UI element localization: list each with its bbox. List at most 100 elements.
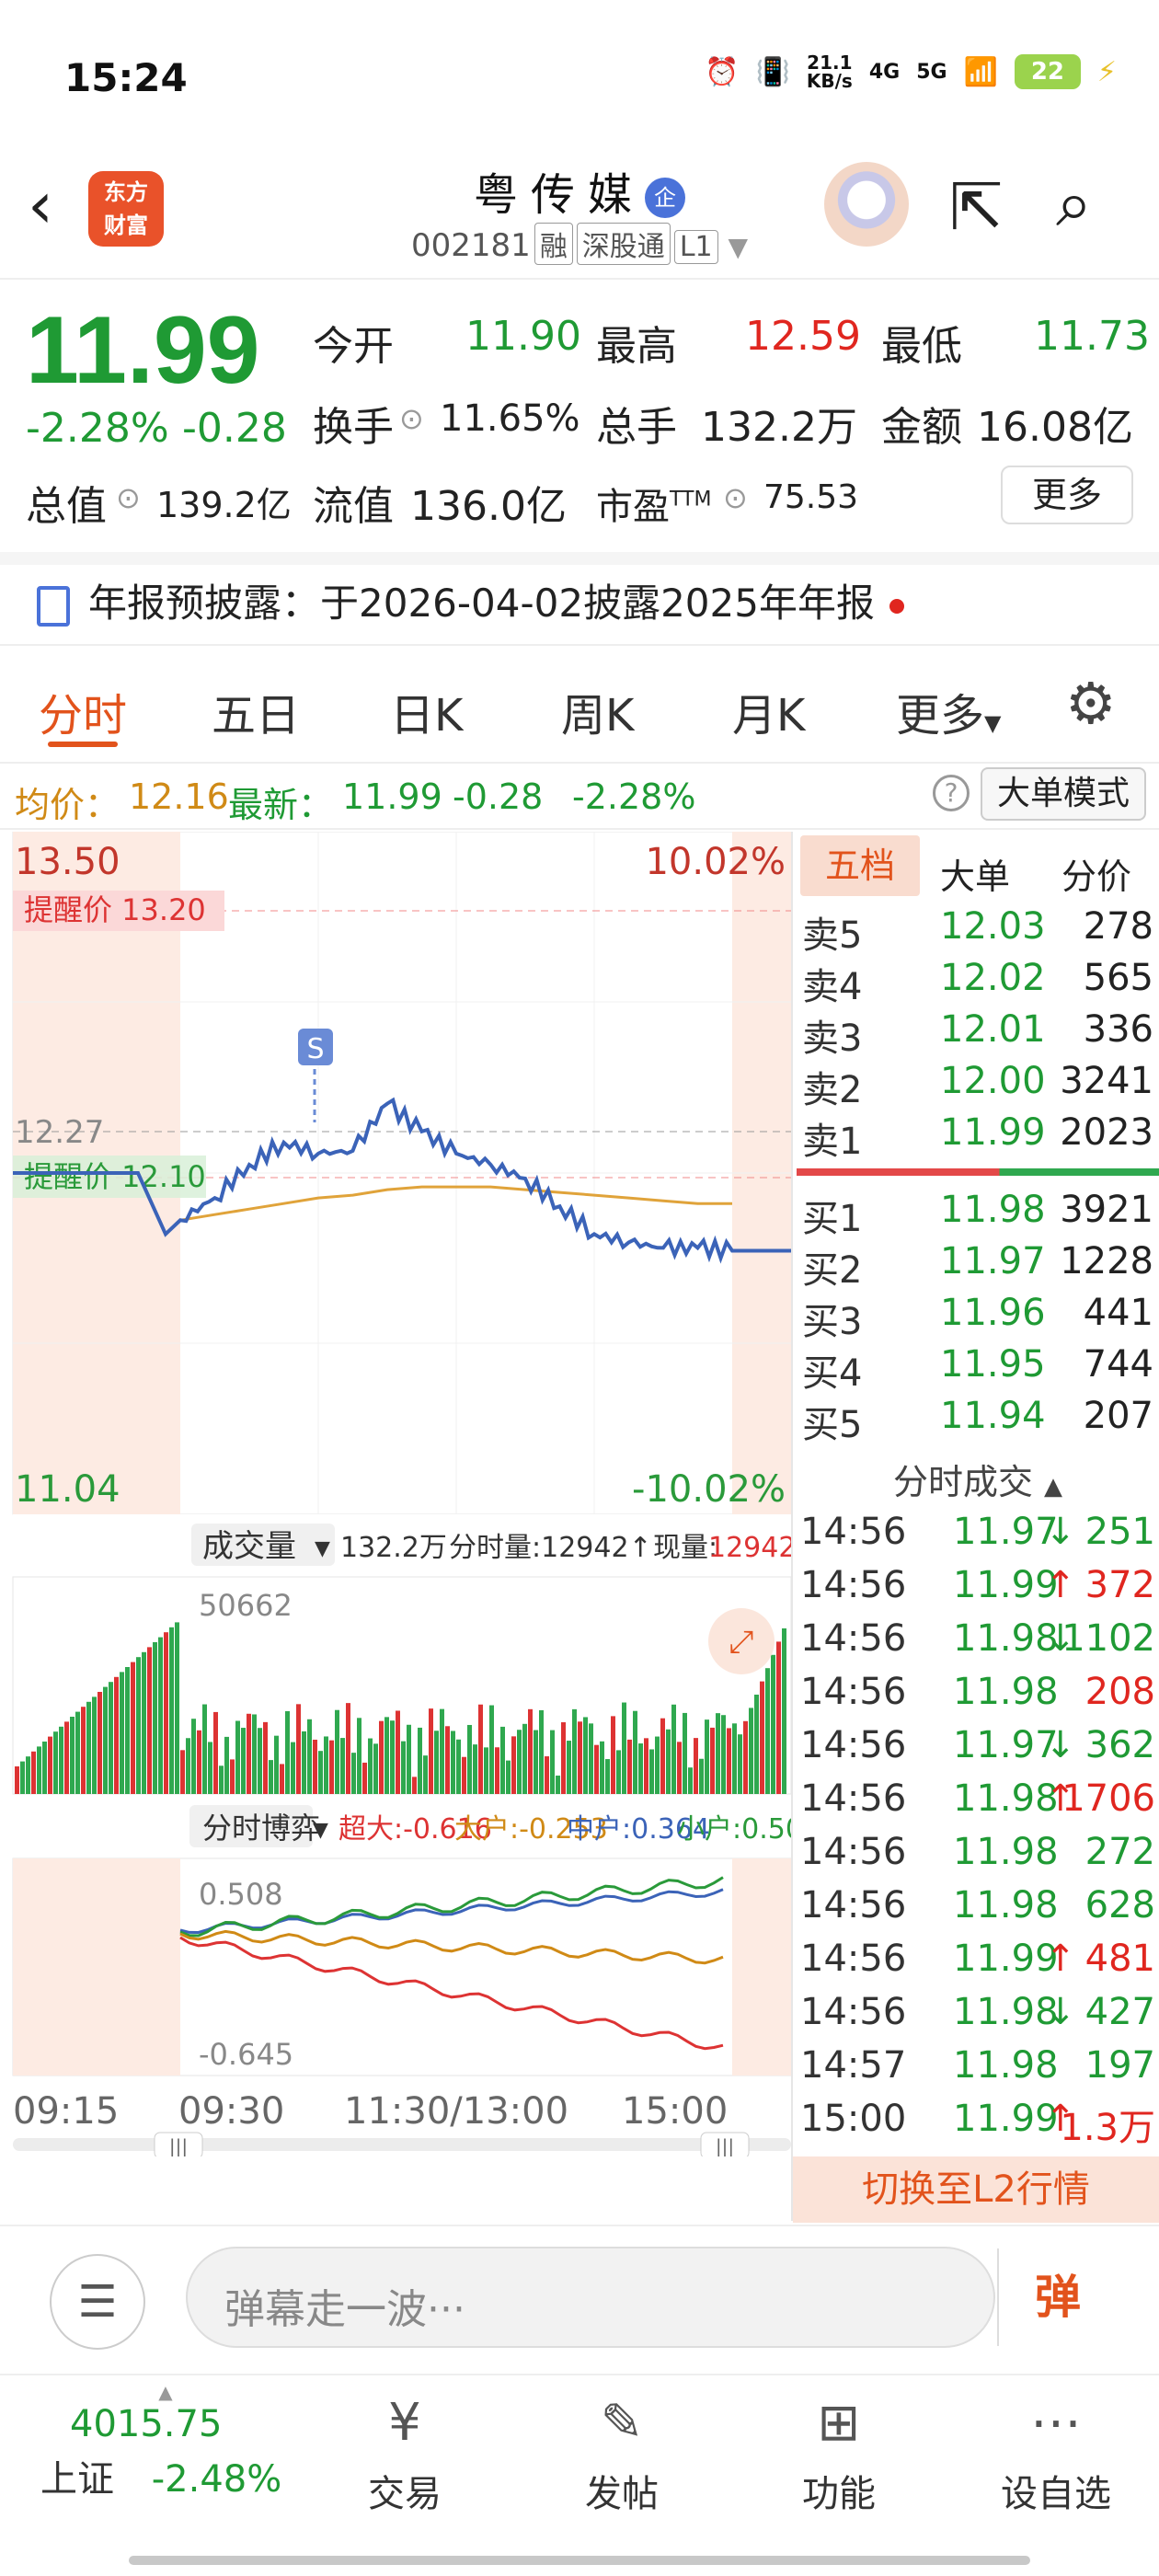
volume-bar bbox=[754, 1695, 759, 1794]
volume-bar bbox=[368, 1738, 373, 1794]
tab-more[interactable]: 更多▼ bbox=[896, 679, 1001, 743]
intraday-chart[interactable]: 提醒价 13.20 提醒价 12.10 12.27 13.50 11.04 10… bbox=[0, 832, 793, 2156]
volume-bar bbox=[291, 1742, 295, 1794]
tab-5day[interactable]: 五日 bbox=[212, 679, 300, 743]
bid-row[interactable]: 买3 11.96 441 bbox=[797, 1292, 1159, 1343]
tab-monthly-k[interactable]: 月K bbox=[732, 679, 805, 743]
nav-functions[interactable]: ⊞ 功能 bbox=[765, 2390, 912, 2517]
volume-bar bbox=[743, 1720, 748, 1794]
grid-icon: ⊞ bbox=[817, 2393, 861, 2453]
nav-post[interactable]: ✎ 发帖 bbox=[548, 2390, 695, 2517]
assistant-avatar[interactable] bbox=[824, 162, 909, 247]
volume-bar bbox=[373, 1743, 378, 1794]
tab-five-levels[interactable]: 五档 bbox=[800, 835, 920, 896]
volume-bar bbox=[683, 1712, 687, 1794]
chevron-down-icon: ▼ bbox=[728, 232, 748, 262]
volume-bar bbox=[644, 1738, 648, 1794]
index-widget[interactable]: ▲ 4015.75 上证 -2.48% bbox=[28, 2381, 304, 2502]
ask-row[interactable]: 卖4 12.02 565 bbox=[797, 957, 1159, 1008]
nav-trade[interactable]: ¥ 交易 bbox=[331, 2390, 478, 2517]
bid-row[interactable]: 买1 11.98 3921 bbox=[797, 1189, 1159, 1240]
volume-max-label: 50662 bbox=[199, 1588, 293, 1623]
bid-row[interactable]: 买4 11.95 744 bbox=[797, 1343, 1159, 1395]
volume-bar bbox=[213, 1711, 218, 1794]
more-button[interactable]: 更多 bbox=[1001, 466, 1133, 524]
level-label: 买2 bbox=[802, 1249, 863, 1292]
orderbook-tabs: 五档 大单 分价 bbox=[797, 832, 1159, 903]
caret-up-icon: ▲ bbox=[158, 2381, 173, 2403]
volume-bar bbox=[263, 1721, 268, 1794]
tab-daily-k[interactable]: 日K bbox=[390, 679, 463, 743]
nav-add-watchlist[interactable]: ⋯ 设自选 bbox=[982, 2390, 1130, 2517]
volume-bar bbox=[716, 1713, 720, 1794]
level-volume: 336 bbox=[1083, 1008, 1153, 1051]
battery-icon: 22 bbox=[1014, 54, 1081, 89]
big-order-mode-button[interactable]: 大单模式 bbox=[981, 767, 1146, 821]
time-scrollbar[interactable] bbox=[13, 2138, 791, 2151]
s-marker-text: S bbox=[306, 1033, 324, 1065]
home-indicator[interactable] bbox=[129, 2556, 1030, 2565]
volume-bar bbox=[230, 1759, 235, 1794]
info-icon[interactable]: ⊙ bbox=[723, 480, 748, 515]
ask-row[interactable]: 卖3 12.01 336 bbox=[797, 1008, 1159, 1060]
danmu-send-button[interactable]: 弹 bbox=[997, 2248, 1117, 2346]
volume-bar bbox=[489, 1705, 494, 1794]
volume-bar bbox=[164, 1632, 168, 1794]
volume-bar bbox=[197, 1730, 201, 1794]
volume-bar bbox=[208, 1742, 212, 1794]
tick-price: 11.97 bbox=[953, 1724, 1059, 1766]
volume-bar bbox=[517, 1730, 522, 1794]
volume-now: 12942 bbox=[708, 1532, 793, 1564]
info-icon[interactable]: ⊙ bbox=[399, 401, 424, 436]
ask-row[interactable]: 卖5 12.03 278 bbox=[797, 905, 1159, 957]
tab-weekly-k[interactable]: 周K bbox=[561, 679, 634, 743]
tick-volume: 481 bbox=[1084, 1938, 1155, 1980]
status-time: 15:24 bbox=[64, 55, 188, 100]
switch-l2-button[interactable]: 切换至L2行情 bbox=[793, 2156, 1159, 2223]
nav-header: ‹ 东方 财富 粤传媒企 002181 融深股通 L1 ▼ ⇱ ⌕ bbox=[0, 147, 1159, 276]
tick-price: 11.98 bbox=[953, 1884, 1059, 1926]
tick-volume: 272 bbox=[1084, 1831, 1155, 1873]
vibrate-icon: 📳 bbox=[755, 55, 790, 88]
nav-trade-label: 交易 bbox=[368, 2473, 442, 2515]
caret-down-icon: ▼ bbox=[313, 1819, 328, 1842]
help-icon[interactable]: ? bbox=[933, 775, 970, 811]
bid-row[interactable]: 买5 11.94 207 bbox=[797, 1395, 1159, 1446]
ask-row[interactable]: 卖2 12.00 3241 bbox=[797, 1060, 1159, 1111]
volume-bar bbox=[269, 1760, 273, 1794]
tick-volume: 197 bbox=[1084, 2044, 1155, 2087]
avg-value: 12.16 bbox=[129, 776, 229, 817]
volume-value: 132.2万 bbox=[701, 404, 857, 451]
volume-bar bbox=[600, 1741, 604, 1794]
divider bbox=[0, 552, 1159, 565]
volume-bar bbox=[125, 1667, 130, 1794]
expand-icon: ⤢ bbox=[729, 1624, 753, 1661]
tick-row: 14:56 11.98 272 bbox=[797, 1831, 1159, 1884]
danmu-input[interactable]: 弹幕走一波··· 弹 bbox=[186, 2247, 1117, 2348]
volume-bar bbox=[37, 1746, 41, 1794]
volume-bar bbox=[175, 1622, 179, 1794]
volume-bar bbox=[749, 1708, 753, 1794]
search-icon[interactable]: ⌕ bbox=[1056, 166, 1092, 242]
float-value: 136.0亿 bbox=[410, 483, 567, 530]
level-price: 11.97 bbox=[940, 1240, 1046, 1282]
tab-intraday[interactable]: 分时 bbox=[39, 679, 127, 743]
volume-bar bbox=[688, 1767, 693, 1794]
tab-big-orders[interactable]: 大单 bbox=[940, 848, 1010, 899]
tab-price-distribution[interactable]: 分价 bbox=[1061, 848, 1131, 899]
tick-price: 11.98 bbox=[953, 1617, 1059, 1660]
report-notice[interactable]: 年报预披露：于2026-04-02披露2025年年报 bbox=[37, 572, 904, 628]
volume-bar bbox=[495, 1747, 499, 1794]
gear-icon[interactable]: ⚙ bbox=[1065, 670, 1117, 737]
volume-bar bbox=[158, 1637, 163, 1794]
danmu-settings-icon[interactable]: ☰ bbox=[50, 2254, 145, 2350]
caret-down-icon: ▼ bbox=[984, 710, 1002, 736]
share-icon[interactable]: ⇱ bbox=[949, 169, 1004, 245]
bid-row[interactable]: 买2 11.97 1228 bbox=[797, 1240, 1159, 1292]
volume-bar bbox=[423, 1755, 428, 1794]
info-icon[interactable]: ⊙ bbox=[116, 480, 141, 515]
ticks-title[interactable]: 分时成交 ▲ bbox=[797, 1454, 1159, 1504]
tick-arrow: ↓ bbox=[1045, 1511, 1076, 1553]
level-price: 12.01 bbox=[940, 1008, 1046, 1051]
ask-row[interactable]: 卖1 11.99 2023 bbox=[797, 1111, 1159, 1163]
